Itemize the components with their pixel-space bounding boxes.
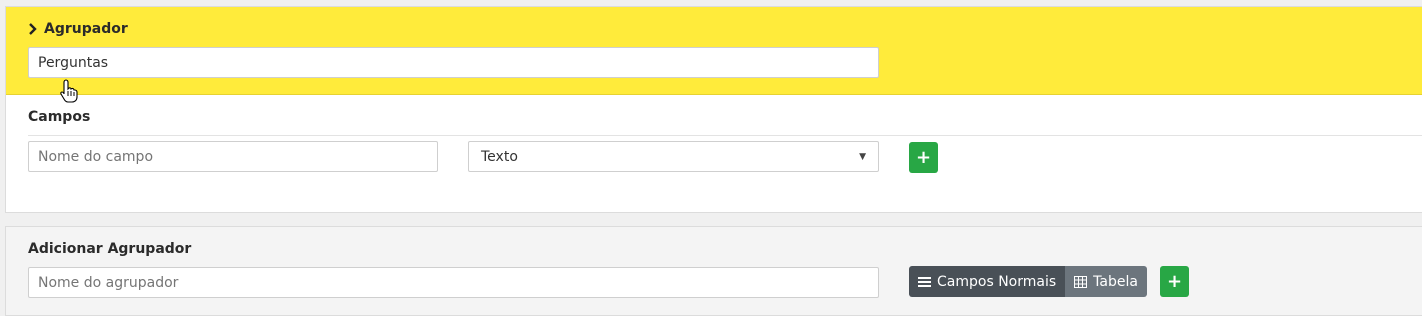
field-type-select[interactable]: Texto ▼	[468, 141, 879, 172]
group-header-band: Agrupador	[6, 7, 1422, 95]
field-name-input[interactable]	[28, 141, 438, 172]
fields-title: Campos	[28, 109, 91, 125]
mode-table-button[interactable]: Tabela	[1065, 266, 1147, 297]
new-group-name-input[interactable]	[28, 267, 879, 298]
group-panel: Agrupador Campos Texto ▼ +	[5, 6, 1422, 213]
table-icon	[1074, 275, 1088, 288]
group-name-input[interactable]	[28, 47, 879, 78]
plus-icon: +	[915, 147, 932, 168]
field-type-value: Texto	[481, 148, 518, 165]
mode-table-label: Tabela	[1093, 273, 1138, 290]
add-group-panel: Adicionar Agrupador Campos Normais Tabel…	[5, 226, 1422, 316]
plus-icon: +	[1166, 271, 1183, 292]
add-field-button[interactable]: +	[909, 142, 938, 173]
group-title-label: Agrupador	[44, 21, 128, 37]
group-toggle[interactable]: Agrupador	[28, 21, 128, 37]
divider	[28, 135, 1422, 136]
list-icon	[918, 276, 931, 287]
group-mode-toggle: Campos Normais Tabela	[909, 266, 1147, 297]
hand-pointer-cursor-icon	[60, 79, 78, 103]
add-group-title: Adicionar Agrupador	[28, 241, 192, 257]
mode-normal-label: Campos Normais	[937, 273, 1057, 290]
caret-down-icon: ▼	[859, 151, 866, 162]
chevron-right-icon	[29, 23, 37, 35]
mode-normal-button[interactable]: Campos Normais	[909, 266, 1066, 297]
add-group-button[interactable]: +	[1160, 266, 1189, 297]
